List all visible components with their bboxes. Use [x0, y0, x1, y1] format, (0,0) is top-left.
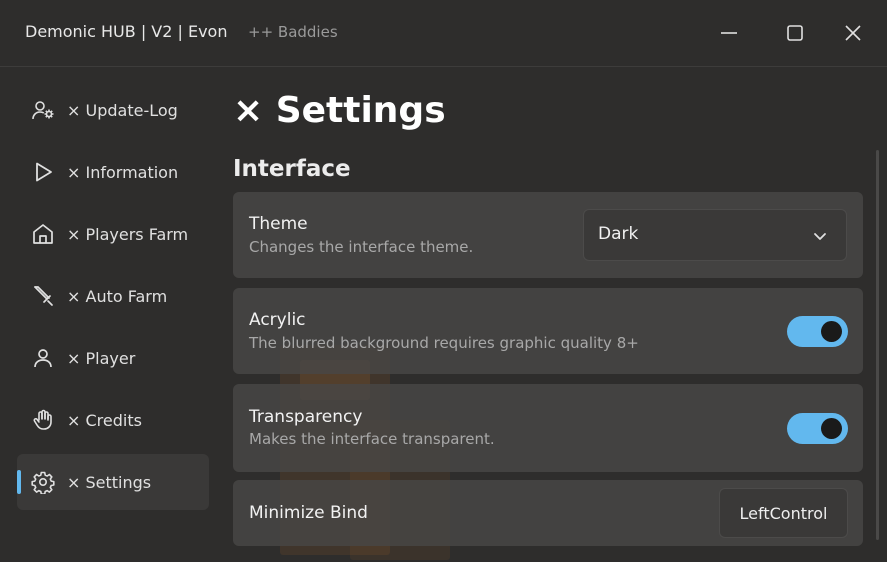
minimize-icon [721, 32, 737, 34]
page-title: × Settings [233, 90, 446, 131]
sidebar-item-label: × Update-Log [67, 100, 178, 120]
setting-description: Changes the interface theme. [249, 238, 474, 256]
play-icon [31, 160, 55, 184]
home-icon [31, 222, 55, 246]
user-gear-icon [31, 98, 55, 122]
section-title: Interface [233, 156, 351, 182]
sidebar: × Update-Log × Information × Players Far… [17, 82, 209, 516]
chevron-down-icon [814, 233, 826, 240]
sidebar-item-label: × Settings [67, 472, 152, 492]
close-icon [845, 25, 861, 41]
theme-dropdown[interactable]: Dark [583, 209, 847, 261]
acrylic-toggle[interactable] [787, 316, 848, 347]
setting-description: The blurred background requires graphic … [249, 334, 639, 352]
sidebar-item-settings[interactable]: × Settings [17, 454, 209, 510]
dropdown-value: Dark [598, 224, 639, 244]
window-subtitle: ++ Baddies [248, 23, 338, 41]
gear-icon [31, 470, 55, 494]
setting-theme: Theme Changes the interface theme. Dark [233, 192, 863, 278]
active-indicator [17, 470, 21, 494]
sidebar-item-label: × Players Farm [67, 224, 189, 244]
maximize-icon [787, 25, 803, 41]
setting-acrylic: Acrylic The blurred background requires … [233, 288, 863, 374]
toggle-knob [821, 418, 842, 439]
minimize-button[interactable] [714, 18, 744, 48]
setting-description: Makes the interface transparent. [249, 430, 495, 448]
toggle-knob [821, 321, 842, 342]
sidebar-item-label: × Player [67, 348, 136, 368]
setting-title: Theme [249, 214, 308, 234]
transparency-toggle[interactable] [787, 413, 848, 444]
sword-icon [31, 284, 55, 308]
sidebar-item-auto-farm[interactable]: × Auto Farm [17, 268, 209, 324]
sidebar-item-label: × Auto Farm [67, 286, 168, 306]
sidebar-item-credits[interactable]: × Credits [17, 392, 209, 448]
setting-transparency: Transparency Makes the interface transpa… [233, 384, 863, 472]
setting-title: Acrylic [249, 310, 306, 330]
sidebar-item-players-farm[interactable]: × Players Farm [17, 206, 209, 262]
sidebar-item-player[interactable]: × Player [17, 330, 209, 386]
sidebar-item-label: × Credits [67, 410, 142, 430]
sidebar-item-label: × Information [67, 162, 179, 182]
title-bar: Demonic HUB | V2 | Evon ++ Baddies [0, 0, 887, 67]
hand-icon [31, 408, 55, 432]
scrollbar[interactable] [876, 150, 879, 540]
user-icon [31, 346, 55, 370]
sidebar-item-information[interactable]: × Information [17, 144, 209, 200]
setting-title: Minimize Bind [249, 503, 368, 523]
setting-title: Transparency [249, 407, 363, 427]
maximize-button[interactable] [780, 18, 810, 48]
close-button[interactable] [838, 18, 868, 48]
setting-minimize-bind: Minimize Bind LeftControl [233, 480, 863, 546]
keybind-button[interactable]: LeftControl [719, 488, 848, 538]
window-title: Demonic HUB | V2 | Evon [25, 22, 228, 41]
sidebar-item-update-log[interactable]: × Update-Log [17, 82, 209, 138]
